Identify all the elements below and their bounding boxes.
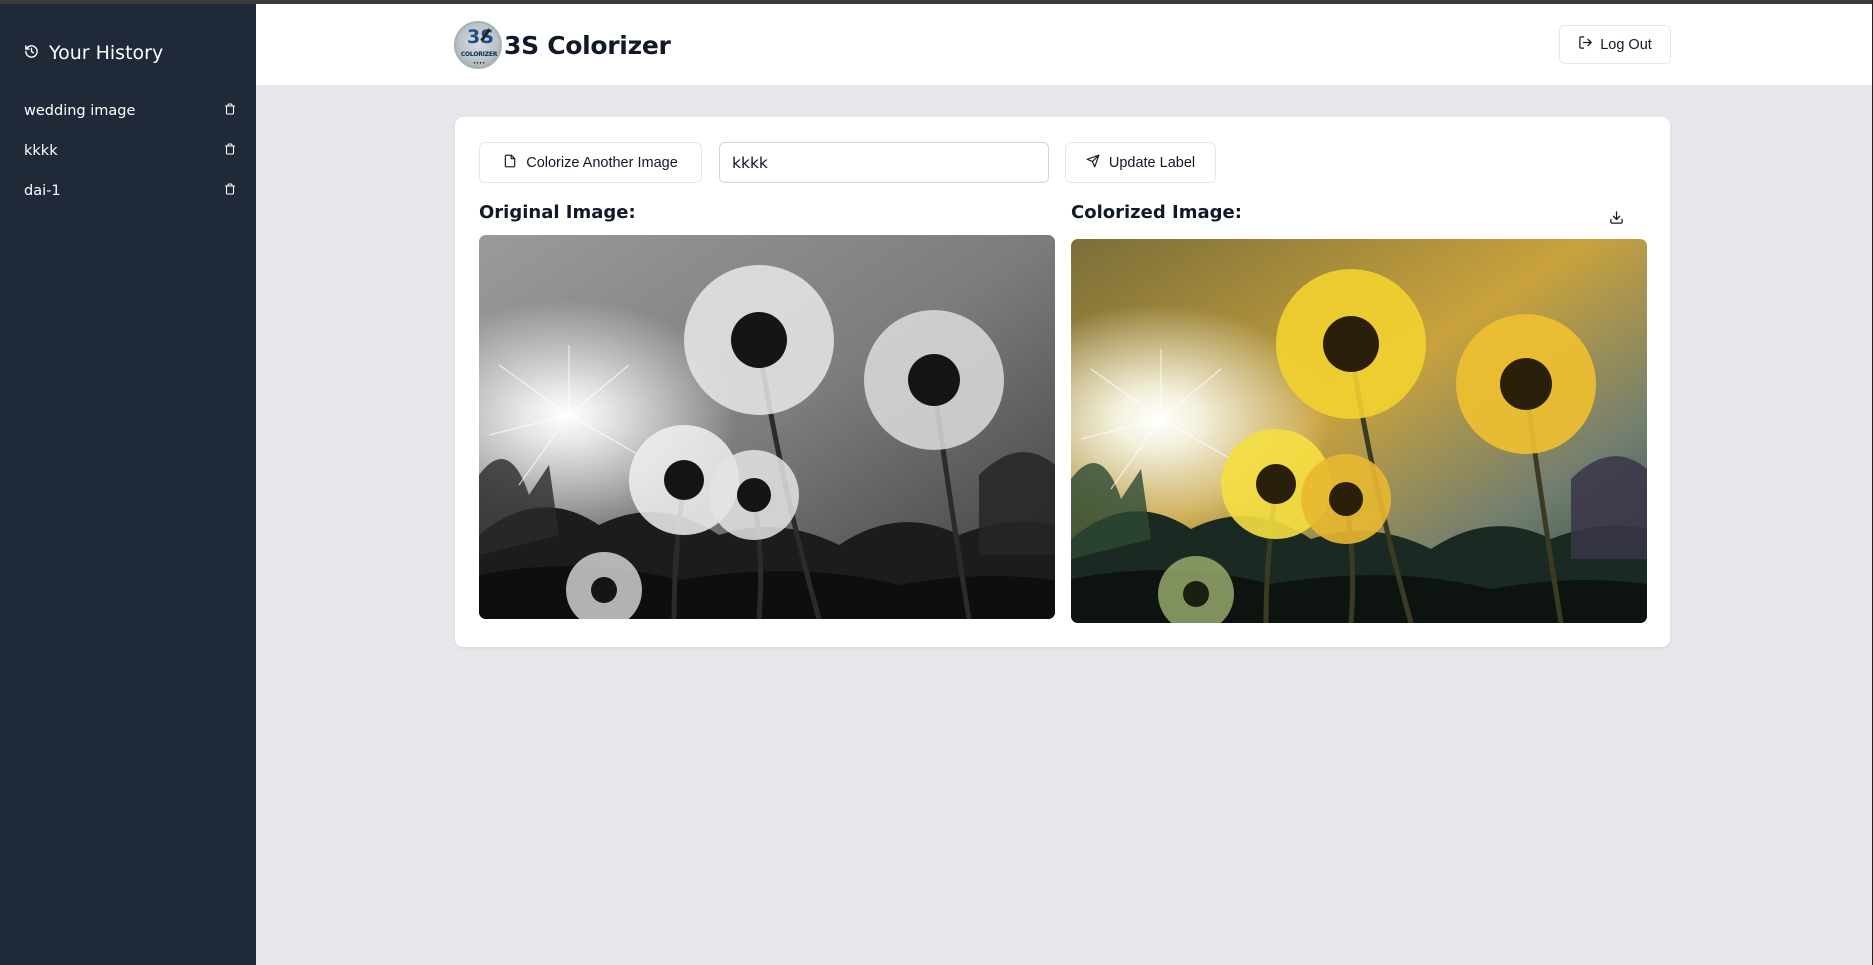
update-label-button[interactable]: Update Label <box>1065 142 1216 183</box>
image-label-input[interactable] <box>719 142 1049 183</box>
history-item-label[interactable]: wedding image <box>24 103 135 119</box>
history-icon <box>24 42 39 64</box>
file-icon <box>503 154 517 172</box>
logo-subtext: ಕ ಕ ಕ ಕ <box>473 60 485 65</box>
log-out-button[interactable]: Log Out <box>1559 25 1671 64</box>
send-icon <box>1086 154 1100 172</box>
update-label-label: Update Label <box>1108 154 1196 171</box>
history-sidebar: Your History wedding image kkkk dai-1 <box>0 4 256 965</box>
brand-name: 3S Colorizer <box>504 30 671 60</box>
log-out-icon <box>1578 35 1593 54</box>
original-image <box>479 235 1055 619</box>
colorize-result-card: Colorize Another Image Update Label Orig… <box>455 117 1670 647</box>
sidebar-title-text: Your History <box>49 42 164 64</box>
download-icon <box>1609 210 1624 229</box>
trash-icon[interactable] <box>224 103 236 119</box>
app-header: 3S COLORIZER ಕ ಕ ಕ ಕ 3S Colorizer Log Ou… <box>256 4 1872 86</box>
logo-text: COLORIZER <box>460 51 498 58</box>
sidebar-title: Your History <box>24 42 163 64</box>
colorize-another-image-label: Colorize Another Image <box>526 154 678 171</box>
colorized-image-heading: Colorized Image: <box>1071 202 1242 223</box>
brand-logo-link[interactable]: 3S COLORIZER ಕ ಕ ಕ ಕ 3S Colorizer <box>454 21 671 69</box>
log-out-label: Log Out <box>1600 36 1652 53</box>
history-item-label[interactable]: dai-1 <box>24 183 61 199</box>
trash-icon[interactable] <box>224 183 236 199</box>
trash-icon[interactable] <box>224 143 236 159</box>
download-button[interactable] <box>1604 207 1628 231</box>
history-item-label[interactable]: kkkk <box>24 143 58 159</box>
colorized-image <box>1071 239 1647 623</box>
colorize-another-image-button[interactable]: Colorize Another Image <box>479 142 702 183</box>
logo-image: 3S COLORIZER ಕ ಕ ಕ ಕ <box>454 21 502 69</box>
original-image-heading: Original Image: <box>479 202 636 223</box>
history-item-kkkk[interactable]: kkkk <box>24 139 236 163</box>
history-item-wedding-image[interactable]: wedding image <box>24 99 236 123</box>
history-item-dai-1[interactable]: dai-1 <box>24 179 236 203</box>
